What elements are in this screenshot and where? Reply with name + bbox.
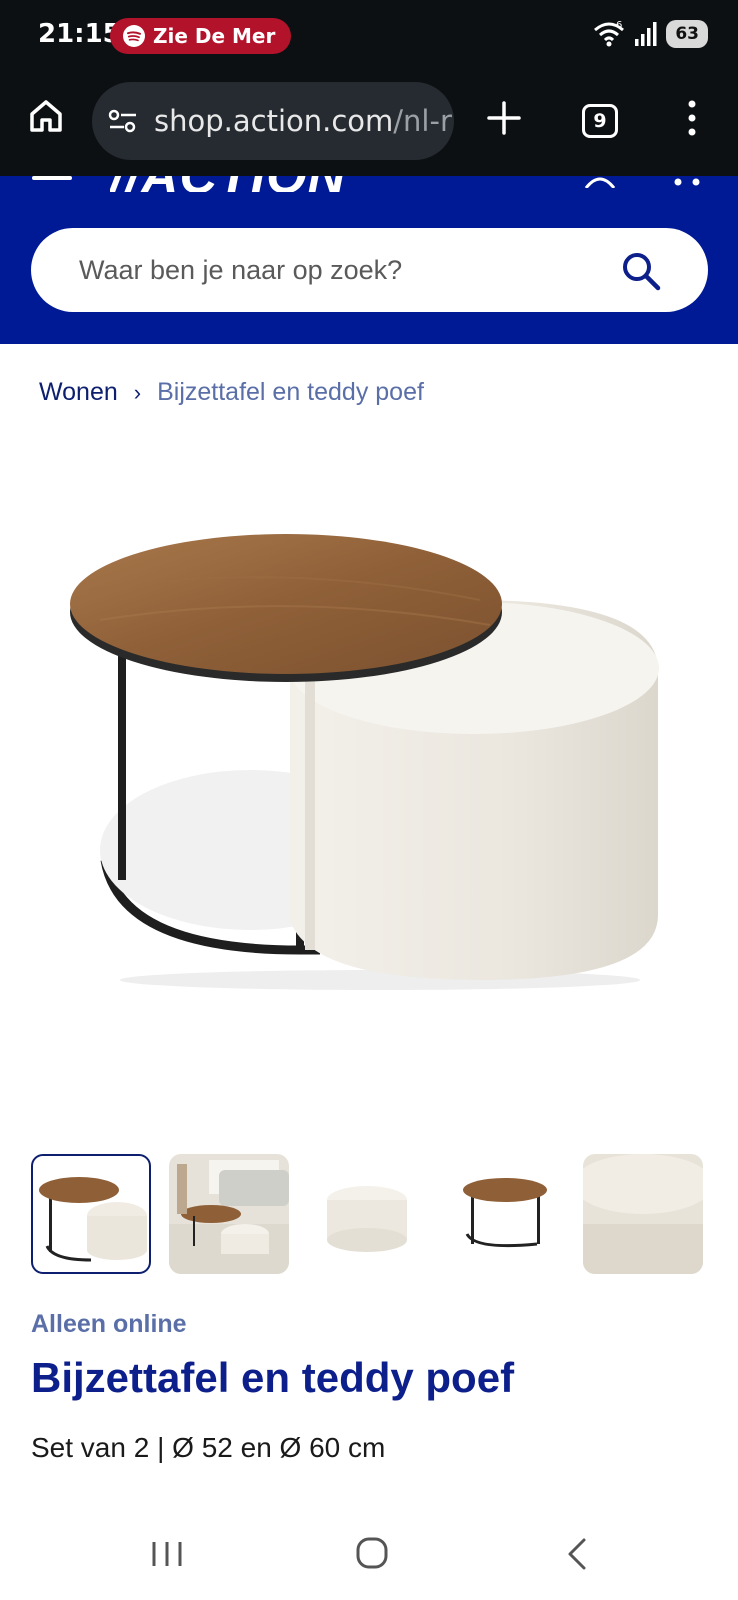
- new-tab-icon[interactable]: [486, 100, 522, 136]
- tab-switcher-button[interactable]: 9: [582, 104, 618, 138]
- more-menu-icon[interactable]: [682, 98, 702, 138]
- search-icon[interactable]: [620, 250, 662, 292]
- wifi-badge: 6: [616, 20, 622, 31]
- breadcrumb: Wonen › Bijzettafel en teddy poef: [39, 378, 424, 407]
- thumbnail-3-image: [327, 1186, 407, 1252]
- status-icons: 6 63: [592, 20, 708, 48]
- url-domain: shop.action.com: [154, 104, 394, 138]
- address-bar[interactable]: shop.action.com/nl-r: [92, 82, 454, 160]
- status-bar: 21:15 Zie De Mer 6 63: [0, 0, 738, 74]
- system-nav-bar: [0, 1510, 738, 1600]
- status-time: 21:15: [38, 19, 121, 49]
- search-input[interactable]: [79, 228, 619, 312]
- thumbnail-strip: [31, 1154, 703, 1274]
- thumbnail-4-image: [463, 1178, 547, 1248]
- spotify-notification-pill[interactable]: Zie De Mer: [110, 18, 292, 54]
- url-text: shop.action.com/nl-r: [154, 104, 452, 138]
- thumbnail-2[interactable]: [169, 1154, 289, 1274]
- site-header: //ACTION: [0, 176, 738, 344]
- action-logo[interactable]: //ACTION: [110, 176, 370, 192]
- thumbnail-2-image: [169, 1154, 289, 1274]
- recent-apps-icon[interactable]: [146, 1534, 190, 1574]
- thumbnail-3[interactable]: [307, 1154, 427, 1274]
- signal-icon: [635, 22, 657, 46]
- logo-text: //ACTION: [110, 176, 346, 192]
- breadcrumb-link-wonen[interactable]: Wonen: [39, 378, 118, 407]
- spotify-icon: [123, 25, 145, 47]
- home-nav-icon[interactable]: [350, 1534, 394, 1574]
- home-icon[interactable]: [26, 96, 66, 136]
- search-box[interactable]: [31, 228, 708, 312]
- cart-icon[interactable]: [670, 176, 704, 188]
- product-title: Bijzettafel en teddy poef: [31, 1354, 515, 1401]
- thumbnail-4[interactable]: [445, 1154, 565, 1274]
- notification-text: Zie De Mer: [153, 24, 276, 48]
- thumbnail-1[interactable]: [31, 1154, 151, 1274]
- thumbnail-5[interactable]: [583, 1154, 703, 1274]
- product-subtitle: Set van 2 | Ø 52 en Ø 60 cm: [31, 1432, 386, 1463]
- browser-toolbar: shop.action.com/nl-r 9: [0, 74, 738, 176]
- thumbnail-1-image: [39, 1177, 147, 1262]
- url-path: /nl-r: [393, 104, 452, 138]
- back-icon[interactable]: [558, 1534, 602, 1574]
- wifi-icon: 6: [594, 20, 625, 47]
- breadcrumb-separator: ›: [133, 379, 142, 405]
- account-icon[interactable]: [582, 176, 618, 188]
- battery-indicator: 63: [666, 20, 708, 48]
- site-settings-icon[interactable]: [108, 108, 138, 134]
- online-only-label: Alleen online: [31, 1310, 187, 1338]
- product-main-image[interactable]: [60, 530, 680, 990]
- breadcrumb-current: Bijzettafel en teddy poef: [157, 378, 424, 406]
- menu-icon[interactable]: [32, 176, 72, 180]
- thumbnail-5-image: [583, 1154, 703, 1274]
